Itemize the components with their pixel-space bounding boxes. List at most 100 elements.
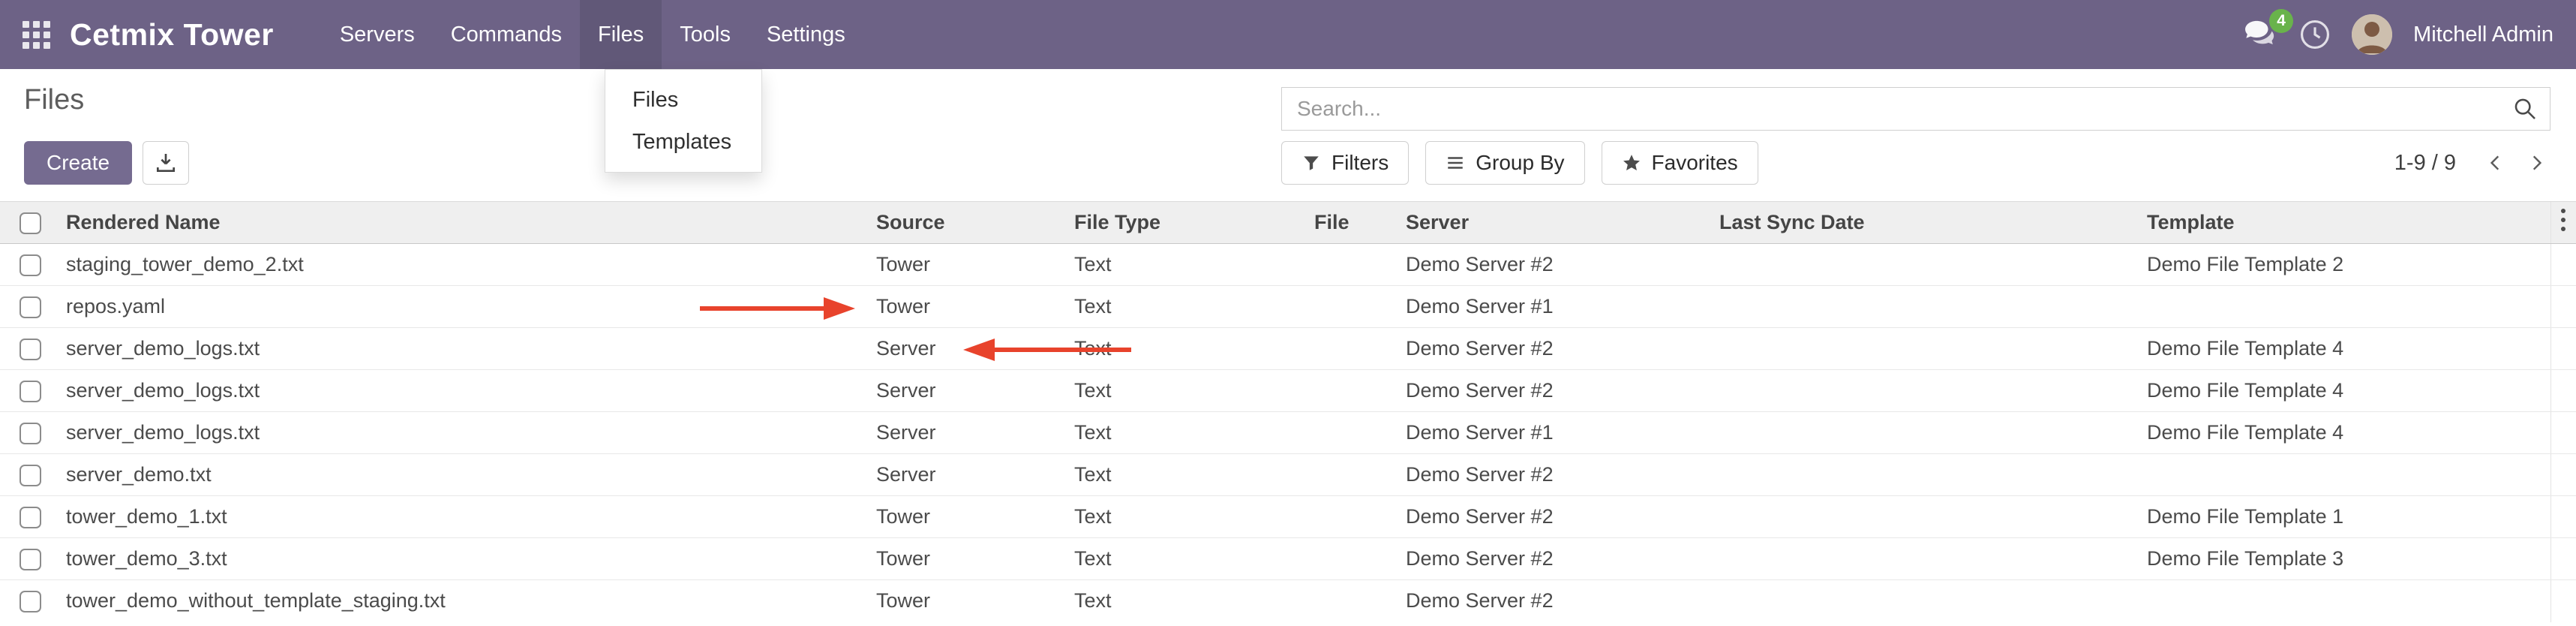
column-header-server[interactable]: Server (1400, 202, 1713, 244)
cell-source: Tower (870, 286, 1068, 328)
chevron-left-icon (2486, 152, 2505, 174)
cell-file-type: Text (1068, 244, 1308, 286)
table-row[interactable]: repos.yaml Tower Text Demo Server #1 (0, 286, 2576, 328)
control-panel: Files Create (0, 69, 2576, 201)
column-header-rendered-name[interactable]: Rendered Name (60, 202, 870, 244)
view-controls: Filters Group By Favorites (1281, 141, 1758, 185)
create-button[interactable]: Create (24, 141, 132, 185)
row-checkbox[interactable] (20, 381, 41, 402)
cell-file (1308, 244, 1400, 286)
row-checkbox[interactable] (20, 423, 41, 444)
cell-source: Tower (870, 580, 1068, 622)
table-row[interactable]: server_demo_logs.txt Server Text Demo Se… (0, 370, 2576, 412)
activities-icon (2299, 19, 2331, 50)
cell-last-sync-date (1713, 496, 2141, 538)
dropdown-item-label: Files (632, 88, 678, 112)
cell-server: Demo Server #2 (1400, 538, 1713, 580)
column-options-icon[interactable] (2550, 202, 2576, 244)
messages-button[interactable]: 4 (2244, 20, 2278, 50)
cell-server: Demo Server #2 (1400, 580, 1713, 622)
cell-last-sync-date (1713, 454, 2141, 496)
cell-source: Server (870, 454, 1068, 496)
table-row[interactable]: tower_demo_3.txt Tower Text Demo Server … (0, 538, 2576, 580)
pager-previous-button[interactable] (2475, 152, 2516, 174)
menu-commands[interactable]: Commands (433, 0, 580, 69)
column-header-file[interactable]: File (1308, 202, 1400, 244)
filter-icon (1302, 153, 1321, 173)
dropdown-item-label: Templates (632, 130, 731, 154)
column-header-source[interactable]: Source (870, 202, 1068, 244)
filters-button[interactable]: Filters (1281, 141, 1409, 185)
export-button[interactable] (143, 141, 189, 185)
cell-source: Server (870, 328, 1068, 370)
row-checkbox[interactable] (20, 254, 41, 276)
cell-source: Server (870, 412, 1068, 454)
row-checkbox[interactable] (20, 296, 41, 318)
favorites-button[interactable]: Favorites (1602, 141, 1758, 185)
select-all-checkbox[interactable] (20, 212, 41, 234)
group-by-button[interactable]: Group By (1425, 141, 1584, 185)
column-header-template[interactable]: Template (2141, 202, 2550, 244)
files-table: Rendered Name Source File Type File Serv… (0, 201, 2576, 622)
row-checkbox[interactable] (20, 465, 41, 486)
cell-template (2141, 286, 2550, 328)
table-row[interactable]: server_demo_logs.txt Server Text Demo Se… (0, 412, 2576, 454)
cell-source: Tower (870, 538, 1068, 580)
cell-file-type: Text (1068, 328, 1308, 370)
cell-server: Demo Server #1 (1400, 412, 1713, 454)
cell-last-sync-date (1713, 370, 2141, 412)
cell-template: Demo File Template 4 (2141, 412, 2550, 454)
table-row[interactable]: tower_demo_1.txt Tower Text Demo Server … (0, 496, 2576, 538)
main-menu: Servers Commands Files Tools Settings (322, 0, 863, 69)
left-actions: Create (24, 141, 189, 185)
cell-rendered-name: tower_demo_1.txt (60, 496, 870, 538)
cell-file-type: Text (1068, 580, 1308, 622)
favorites-star-icon (1622, 153, 1641, 173)
apps-grid-icon[interactable] (23, 21, 50, 49)
dropdown-item[interactable]: Files (605, 79, 761, 121)
search-button[interactable] (2500, 88, 2550, 130)
row-checkbox[interactable] (20, 507, 41, 528)
table-row[interactable]: server_demo.txt Server Text Demo Server … (0, 454, 2576, 496)
search-input[interactable] (1282, 97, 2500, 121)
cell-file (1308, 496, 1400, 538)
row-checkbox[interactable] (20, 339, 41, 360)
user-name[interactable]: Mitchell Admin (2413, 23, 2553, 47)
menu-servers[interactable]: Servers (322, 0, 433, 69)
top-navbar: Cetmix Tower Servers Commands Files Tool… (0, 0, 2576, 69)
table-row[interactable]: staging_tower_demo_2.txt Tower Text Demo… (0, 244, 2576, 286)
search-icon (2512, 96, 2538, 122)
column-header-file-type[interactable]: File Type (1068, 202, 1308, 244)
dropdown-item[interactable]: Templates (605, 121, 761, 163)
chevron-right-icon (2526, 152, 2546, 174)
cell-server: Demo Server #2 (1400, 454, 1713, 496)
cell-last-sync-date (1713, 412, 2141, 454)
row-checkbox[interactable] (20, 549, 41, 570)
group-by-label: Group By (1476, 151, 1564, 175)
cell-server: Demo Server #1 (1400, 286, 1713, 328)
pager: 1-9 / 9 (2394, 141, 2556, 185)
cell-server: Demo Server #2 (1400, 370, 1713, 412)
table-row[interactable]: tower_demo_without_template_staging.txt … (0, 580, 2576, 622)
table-header: Rendered Name Source File Type File Serv… (0, 202, 2576, 244)
cell-source: Tower (870, 496, 1068, 538)
cell-rendered-name: server_demo_logs.txt (60, 370, 870, 412)
avatar[interactable] (2352, 14, 2392, 55)
table-body: staging_tower_demo_2.txt Tower Text Demo… (0, 244, 2576, 622)
column-header-last-sync-date[interactable]: Last Sync Date (1713, 202, 2141, 244)
pager-next-button[interactable] (2516, 152, 2556, 174)
menu-settings[interactable]: Settings (749, 0, 863, 69)
cell-last-sync-date (1713, 580, 2141, 622)
row-checkbox[interactable] (20, 591, 41, 612)
cell-server: Demo Server #2 (1400, 244, 1713, 286)
cell-rendered-name: server_demo.txt (60, 454, 870, 496)
cell-rendered-name: server_demo_logs.txt (60, 328, 870, 370)
cell-file-type: Text (1068, 286, 1308, 328)
table-row[interactable]: server_demo_logs.txt Server Text Demo Se… (0, 328, 2576, 370)
menu-files[interactable]: Files (580, 0, 662, 69)
files-menu-dropdown: Files Templates (605, 69, 762, 173)
search-box (1281, 87, 2550, 131)
cell-rendered-name: staging_tower_demo_2.txt (60, 244, 870, 286)
activities-button[interactable] (2299, 19, 2331, 50)
menu-tools[interactable]: Tools (662, 0, 749, 69)
